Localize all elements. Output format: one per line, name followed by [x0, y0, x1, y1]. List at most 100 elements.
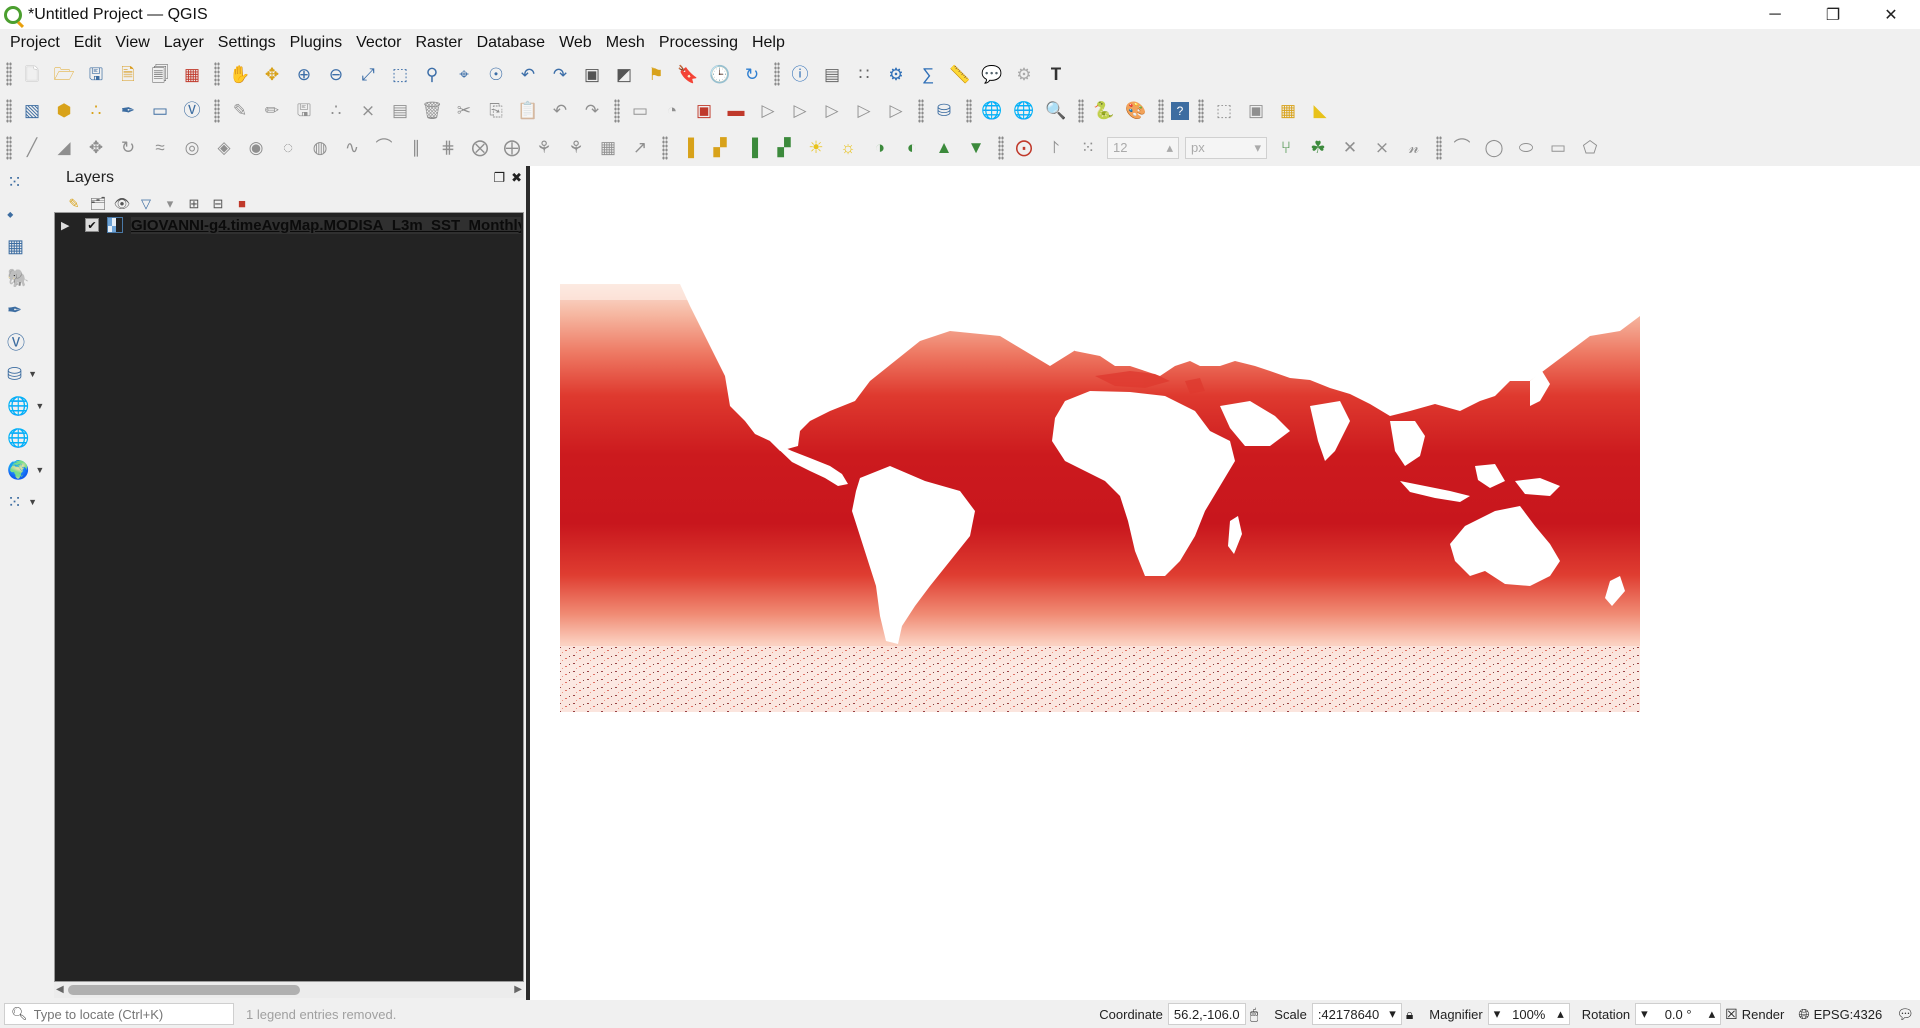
lock-scale-icon[interactable]: 🔒︎: [1406, 1006, 1413, 1023]
menu-processing[interactable]: Processing: [652, 29, 745, 56]
zoom-full-icon[interactable]: ⬚: [387, 61, 413, 87]
decrease-contrast-icon[interactable]: ◐: [899, 135, 925, 161]
label-unplaced-icon[interactable]: ▬: [723, 98, 749, 124]
zoom-to-selection-icon[interactable]: ⚲: [419, 61, 445, 87]
digitize-curve-icon[interactable]: ⌒: [1449, 135, 1475, 161]
statistical-summary-icon[interactable]: ∑: [915, 61, 941, 87]
snapping-mode-icon[interactable]: ⨡: [1043, 135, 1069, 161]
attribute-table-icon[interactable]: ▤: [819, 61, 845, 87]
toolbar-grip[interactable]: [6, 98, 12, 123]
toolbar-grip[interactable]: [966, 98, 972, 123]
trim-extend-icon[interactable]: ↗: [627, 135, 653, 161]
add-virtual-layer-icon[interactable]: Ⓥ: [0, 326, 54, 358]
filter-by-expression-icon[interactable]: ▾: [160, 193, 180, 213]
filter-legend-icon[interactable]: ▽: [136, 193, 156, 213]
move-feature-icon[interactable]: ✥: [83, 135, 109, 161]
wfs-layer-icon[interactable]: 🌐: [1011, 98, 1037, 124]
toolbar-grip[interactable]: [6, 62, 12, 86]
vertex-tool-icon[interactable]: ⨯: [355, 98, 381, 124]
rotate-label-icon[interactable]: ▷: [851, 98, 877, 124]
save-project-icon[interactable]: 🖫: [83, 61, 109, 87]
snapping-tolerance-input[interactable]: 12 ▴: [1107, 136, 1179, 159]
toggle-editing-icon[interactable]: ✏: [259, 98, 285, 124]
zoom-last-icon[interactable]: ↶: [515, 61, 541, 87]
layer-name[interactable]: GIOVANNI-g4.timeAvgMap.MODISA_L3m_SST_Mo…: [131, 216, 521, 234]
minimize-button[interactable]: ─: [1746, 0, 1804, 29]
text-annotation-icon[interactable]: 𝐓: [1043, 61, 1069, 87]
temporal-controller-icon[interactable]: 🕒: [707, 61, 733, 87]
rotate-point-symbols-icon[interactable]: ⚘: [531, 135, 557, 161]
layout-manager-icon[interactable]: 🗐: [147, 61, 173, 87]
add-point-cloud-layer-icon[interactable]: ⁙ ▼: [0, 486, 54, 518]
add-postgis-layer-icon[interactable]: 🐘: [0, 262, 54, 294]
delete-ring-icon[interactable]: ◌: [275, 135, 301, 161]
add-raster-layer-icon[interactable]: ▦: [0, 230, 54, 262]
snapping-magnet-icon[interactable]: ⨀: [1011, 135, 1037, 161]
add-ring-icon[interactable]: ◎: [179, 135, 205, 161]
menu-plugins[interactable]: Plugins: [283, 29, 349, 56]
simplify-icon[interactable]: ≈: [147, 135, 173, 161]
offset-curve-icon[interactable]: ⌒: [371, 135, 397, 161]
snapping-units-select[interactable]: px ▾: [1185, 136, 1267, 159]
zoom-rubberband-icon[interactable]: ⤢: [355, 61, 381, 87]
pin-labels-icon[interactable]: ▷: [755, 98, 781, 124]
deselect-all-icon[interactable]: ▦: [1275, 98, 1301, 124]
open-project-icon[interactable]: 🗁: [51, 61, 77, 87]
new-3d-map-view-icon[interactable]: ◩: [611, 61, 637, 87]
select-features-icon[interactable]: ⬚: [1211, 98, 1237, 124]
python-console-icon[interactable]: 🐍: [1091, 98, 1117, 124]
toolbar-grip[interactable]: [918, 98, 924, 123]
modify-attributes-icon[interactable]: ▤: [387, 98, 413, 124]
decrease-gamma-icon[interactable]: ▼: [963, 135, 989, 161]
add-spatialite-layer-icon[interactable]: ⬩: [0, 198, 54, 230]
histogram-stretch-icon[interactable]: ▐: [675, 135, 701, 161]
wms-layer-icon[interactable]: 🌐: [979, 98, 1005, 124]
new-project-icon[interactable]: 🗋: [19, 61, 45, 87]
new-bookmark-icon[interactable]: ⚑: [643, 61, 669, 87]
split-features-icon[interactable]: ∥: [403, 135, 429, 161]
menu-web[interactable]: Web: [552, 29, 599, 56]
layer-diagram-icon[interactable]: ◔: [659, 98, 685, 124]
locator-bar[interactable]: 🔍︎: [4, 1003, 234, 1025]
measure-icon[interactable]: 📏: [947, 61, 973, 87]
layer-labeling-icon[interactable]: ▭: [627, 98, 653, 124]
actions-icon[interactable]: ⚙: [1011, 61, 1037, 87]
manage-visibility-icon[interactable]: 👁: [112, 193, 132, 213]
polygon-tool-icon[interactable]: ⬠: [1577, 135, 1603, 161]
data-source-manager-icon[interactable]: ▧: [19, 98, 45, 124]
collapse-all-icon[interactable]: ⊟: [208, 193, 228, 213]
toolbar-grip[interactable]: [998, 135, 1004, 160]
menu-help[interactable]: Help: [745, 29, 792, 56]
offset-point-symbols-icon[interactable]: ⚘: [563, 135, 589, 161]
coordinate-field[interactable]: 56.2,-106.0: [1167, 1003, 1246, 1025]
avoid-overlap-icon[interactable]: 𝓃: [1401, 135, 1427, 161]
cumulative-cut-icon[interactable]: ▐: [739, 135, 765, 161]
scroll-right-icon[interactable]: ▶: [514, 982, 522, 998]
self-snapping-icon[interactable]: ✕: [1337, 135, 1363, 161]
snap-intersection-icon[interactable]: ☘: [1305, 135, 1331, 161]
crs-value[interactable]: EPSG:4326: [1814, 1007, 1883, 1022]
add-group-icon[interactable]: 🗂: [88, 193, 108, 213]
locator-input[interactable]: [33, 1006, 224, 1022]
map-canvas[interactable]: [530, 166, 1920, 1000]
layers-horizontal-scrollbar[interactable]: ◀ ▶: [54, 982, 524, 998]
crs-globe-icon[interactable]: 🌐︎: [1798, 1006, 1809, 1023]
zoom-next-icon[interactable]: ↷: [547, 61, 573, 87]
new-temporary-layer-icon[interactable]: ▭: [147, 98, 173, 124]
menu-layer[interactable]: Layer: [157, 29, 211, 56]
label-highlight-icon[interactable]: ▣: [691, 98, 717, 124]
fill-ring-icon[interactable]: ◉: [243, 135, 269, 161]
restore-button[interactable]: ❐: [1804, 0, 1862, 29]
toolbar-grip[interactable]: [1198, 98, 1204, 123]
add-wms-layer-icon[interactable]: 🌐 ▼: [0, 390, 54, 422]
help-icon[interactable]: ?: [1171, 101, 1189, 120]
local-histogram-stretch-icon[interactable]: ▞: [707, 135, 733, 161]
redo-icon[interactable]: ↷: [579, 98, 605, 124]
identify-features-icon[interactable]: ⓘ: [787, 61, 813, 87]
rotate-feature-icon[interactable]: ↻: [115, 135, 141, 161]
increase-brightness-icon[interactable]: ☀: [803, 135, 829, 161]
split-parts-icon[interactable]: ⋕: [435, 135, 461, 161]
show-bookmarks-icon[interactable]: 🔖: [675, 61, 701, 87]
field-calculator-icon[interactable]: ∷: [851, 61, 877, 87]
pan-to-selection-icon[interactable]: ✥: [259, 61, 285, 87]
